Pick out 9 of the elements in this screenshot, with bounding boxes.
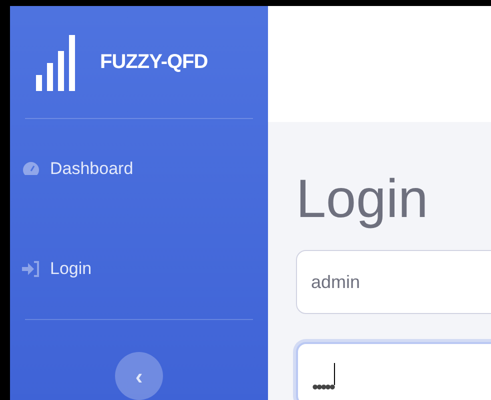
nav-link[interactable]: Login [10, 219, 268, 319]
sidebar-toggle-button[interactable]: ‹ [115, 352, 163, 400]
sign-in-icon [22, 261, 40, 277]
nav-link[interactable]: Dashboard [10, 119, 268, 219]
brand-name: FUZZY-QFD [100, 50, 208, 75]
username-field[interactable]: admin [296, 250, 491, 314]
gauge-icon [22, 161, 40, 177]
password-field[interactable]: ••••• [296, 342, 491, 400]
page-heading: Login [296, 172, 430, 226]
